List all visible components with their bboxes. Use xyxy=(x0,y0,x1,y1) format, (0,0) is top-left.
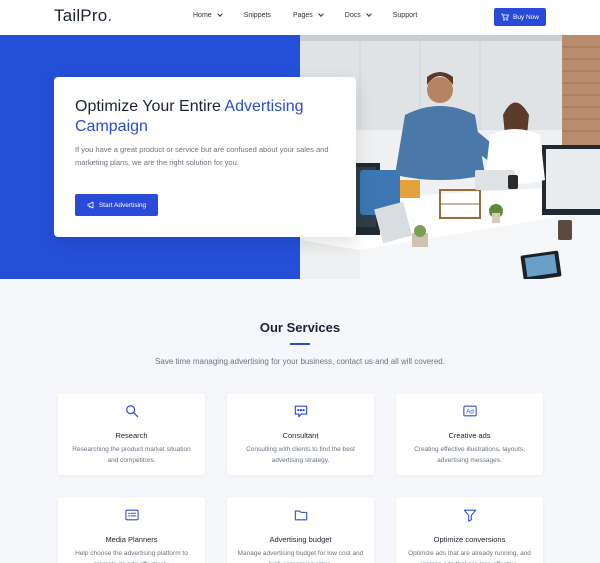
nav-item-label: Pages xyxy=(292,12,313,19)
service-title: Consultant xyxy=(282,431,319,440)
nav-item-snippets[interactable]: Snippets xyxy=(244,12,271,19)
service-title: Optimize conversions xyxy=(433,535,506,544)
logo[interactable]: TailPro. xyxy=(54,6,112,26)
search-icon xyxy=(125,405,138,418)
service-card-creative-ads[interactable]: Ad Creative ads Creating effective illus… xyxy=(396,393,543,475)
megaphone-icon xyxy=(87,201,94,209)
service-description: Manage advertising budget for low cost a… xyxy=(237,550,364,563)
cart-icon xyxy=(501,13,509,21)
chevron-down-icon xyxy=(216,11,223,17)
service-card-optimize-conversions[interactable]: Optimize conversions Optimize ads that a… xyxy=(396,497,543,563)
services-title-bold: Services xyxy=(286,320,341,335)
service-title: Research xyxy=(115,431,148,440)
hero-title: Optimize Your Entire Advertising Campaig… xyxy=(75,97,335,137)
hero-card: Optimize Your Entire Advertising Campaig… xyxy=(54,77,356,237)
services-title: Our Services xyxy=(0,320,600,335)
services-subtitle: Save time managing advertising for your … xyxy=(155,357,445,366)
service-description: Optimize ads that are already running, a… xyxy=(408,550,531,563)
buy-now-label: Buy Now xyxy=(512,13,539,21)
service-card-consultant[interactable]: Consultant Consulting with clients to fi… xyxy=(227,393,374,475)
service-title: Advertising budget xyxy=(269,535,332,544)
nav-item-pages[interactable]: Pages xyxy=(292,11,324,19)
service-description: Consulting with clients to find the best… xyxy=(246,446,355,464)
nav-item-label: Snippets xyxy=(243,12,271,19)
service-card-research[interactable]: Research Researching the product market … xyxy=(58,393,205,475)
filter-icon xyxy=(463,509,476,522)
svg-text:Ad: Ad xyxy=(466,409,473,416)
service-description: Creating effective illustrations, layout… xyxy=(414,446,525,464)
title-underline xyxy=(290,343,310,345)
nav-item-home[interactable]: Home xyxy=(193,11,223,19)
service-description: Help choose the advertising platform to … xyxy=(75,550,188,563)
ad-icon: Ad xyxy=(462,405,477,417)
start-advertising-button[interactable]: Start Advertising xyxy=(75,194,158,216)
chat-icon xyxy=(294,405,307,418)
services-title-plain: Our xyxy=(259,320,287,335)
hero-title-plain: Optimize Your Entire xyxy=(75,98,225,115)
hero-section: Optimize Your Entire Advertising Campaig… xyxy=(0,35,600,279)
folder-icon xyxy=(294,510,307,521)
chevron-down-icon xyxy=(365,11,372,17)
nav-item-docs[interactable]: Docs xyxy=(344,11,372,19)
nav-item-label: Home xyxy=(193,12,212,19)
list-icon xyxy=(124,509,139,521)
services-section: Our Services Save time managing advertis… xyxy=(0,279,600,563)
main-nav: Home Snippets Pages Docs Support xyxy=(193,11,439,19)
service-card-media-planners[interactable]: Media Planners Help choose the advertisi… xyxy=(58,497,205,563)
buy-now-button[interactable]: Buy Now xyxy=(494,8,546,26)
service-title: Creative ads xyxy=(448,431,491,440)
site-header: TailPro. Home Snippets Pages Docs Suppor… xyxy=(0,0,600,35)
chevron-down-icon xyxy=(317,11,324,17)
logo-dot: . xyxy=(107,6,113,25)
service-card-advertising-budget[interactable]: Advertising budget Manage advertising bu… xyxy=(227,497,374,563)
service-title: Media Planners xyxy=(105,535,158,544)
service-description: Researching the product market situation… xyxy=(72,446,191,464)
start-advertising-label: Start Advertising xyxy=(98,201,147,209)
nav-item-label: Support xyxy=(392,12,418,19)
logo-name: TailPro xyxy=(54,6,108,25)
nav-item-support[interactable]: Support xyxy=(393,12,418,19)
nav-item-label: Docs xyxy=(344,12,361,19)
hero-description: If you have a great product or service b… xyxy=(75,145,329,167)
